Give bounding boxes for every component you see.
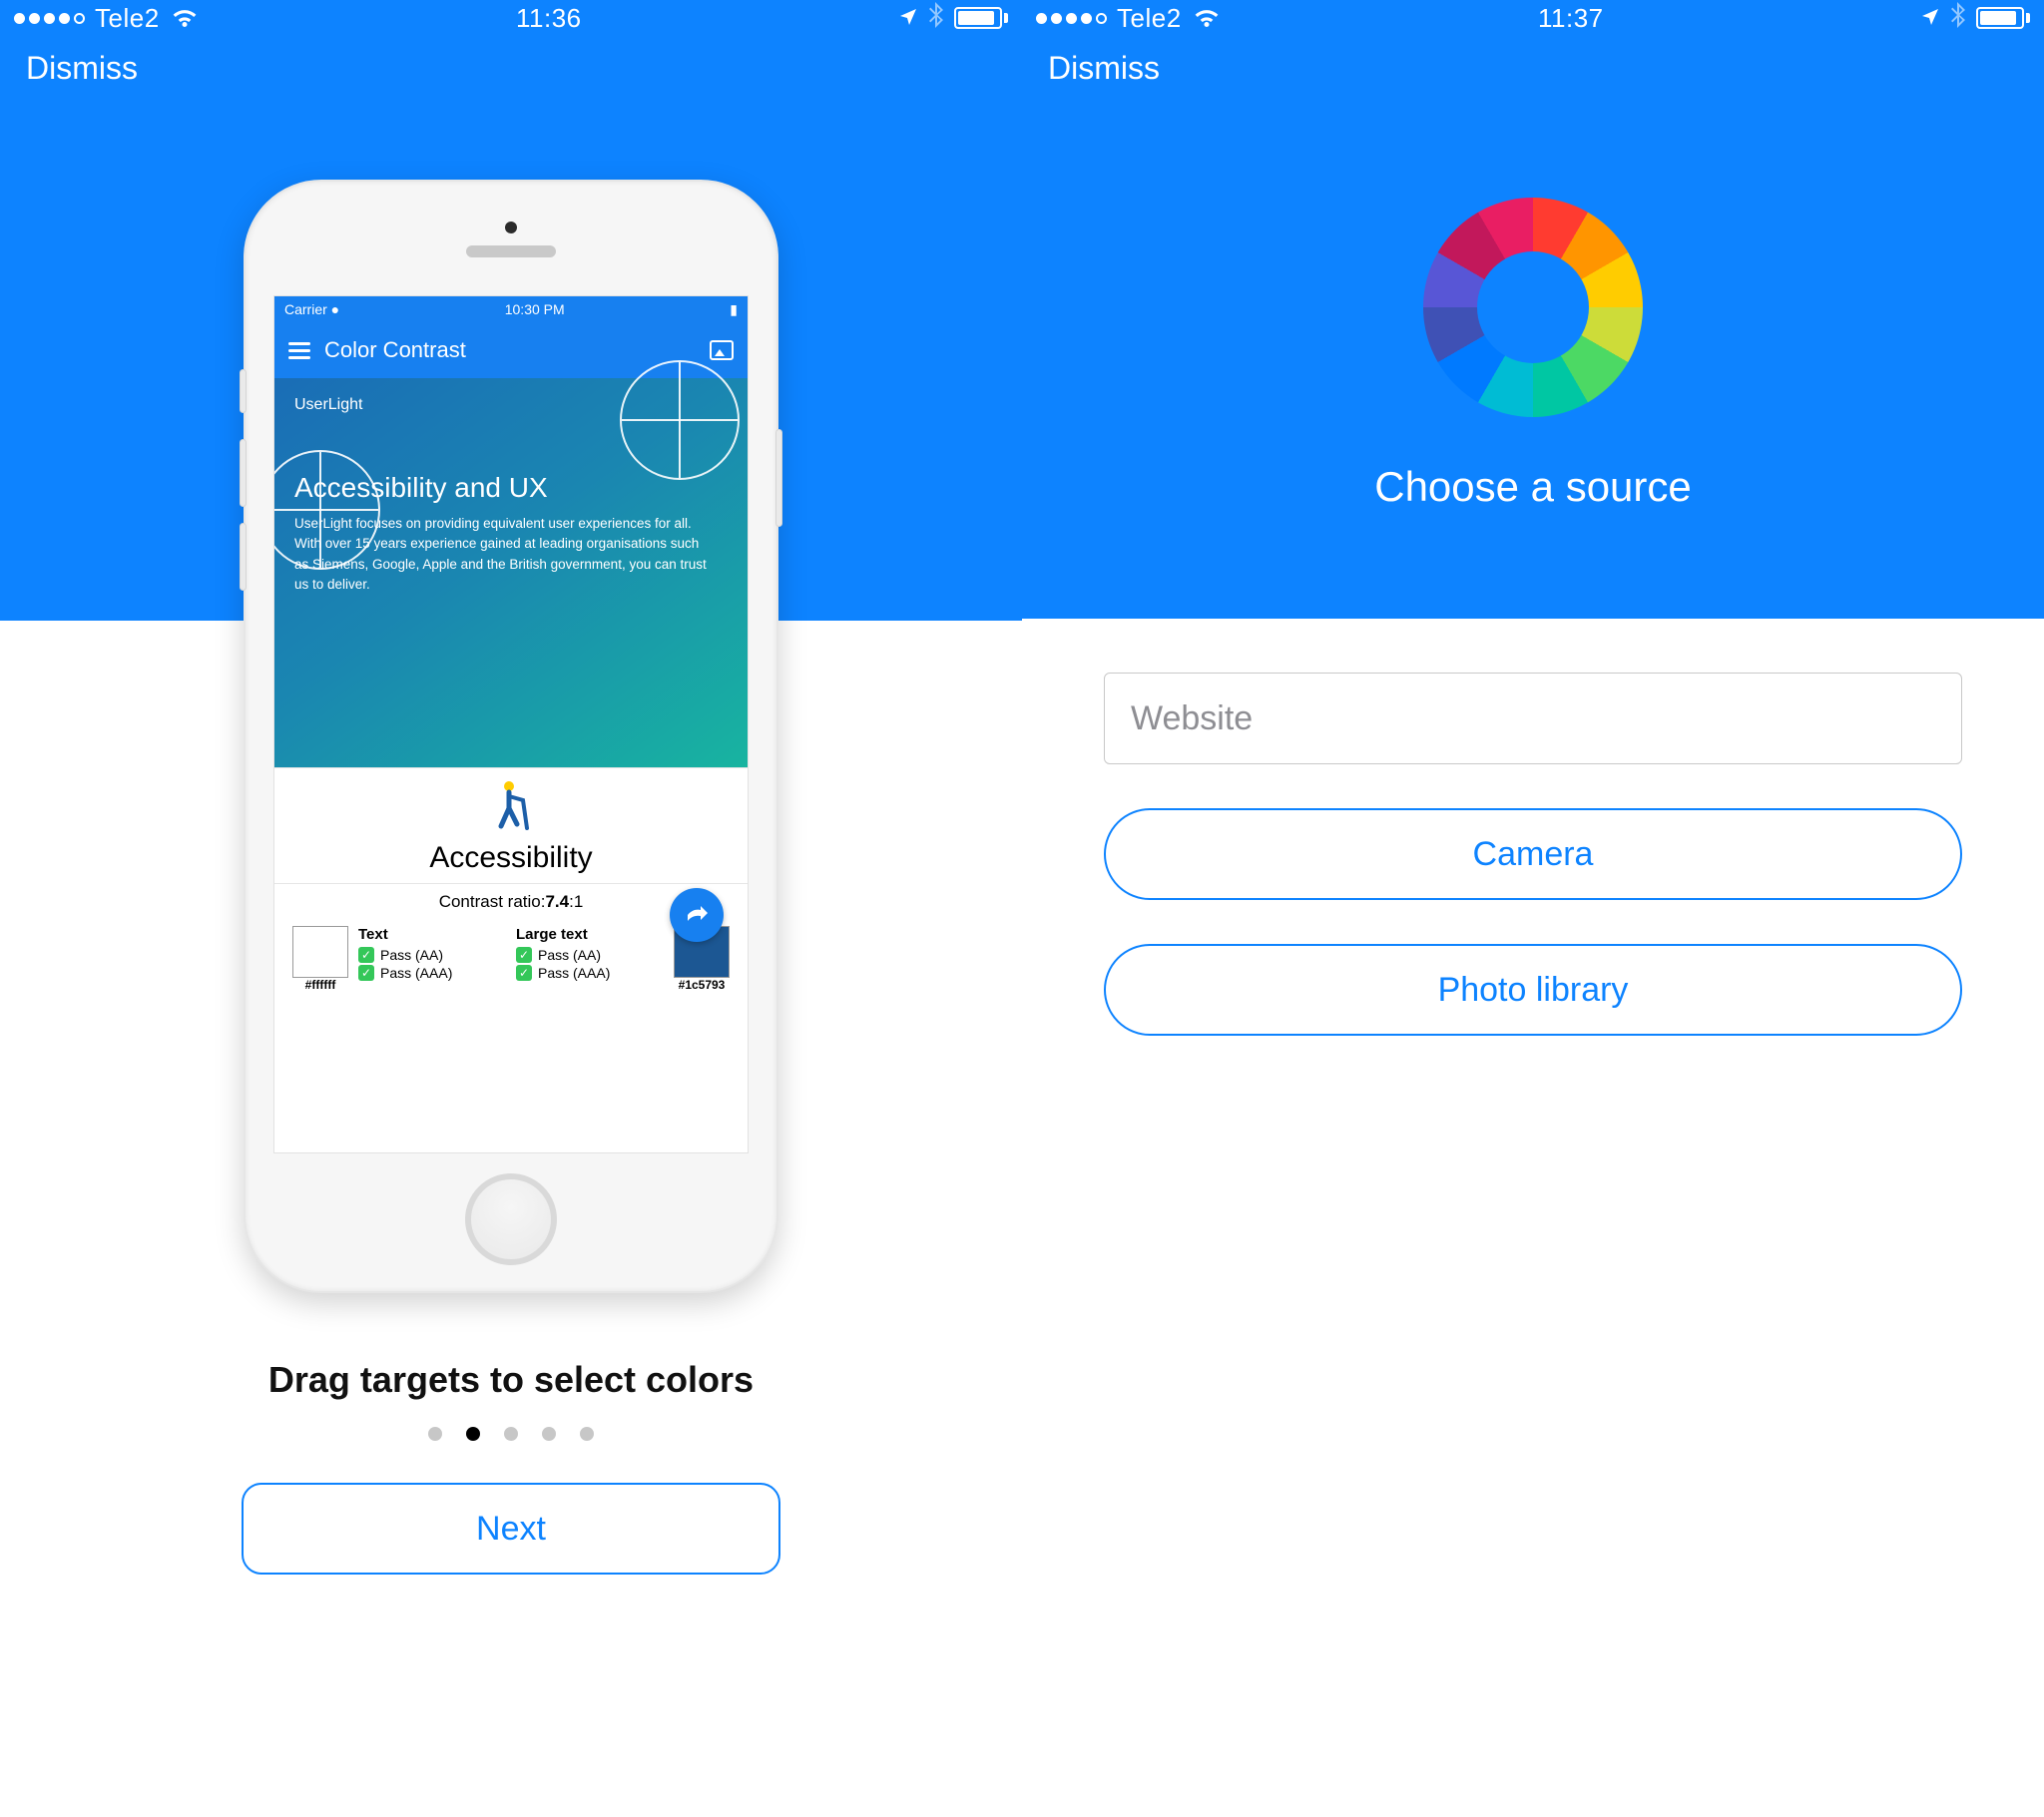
text-aaa: Pass (AAA) (380, 965, 452, 981)
inner-carrier: Carrier (284, 301, 327, 317)
status-bar: Tele2 11:37 (1022, 0, 2044, 36)
foreground-swatch[interactable]: #ffffff (292, 926, 348, 992)
check-icon: ✓ (358, 965, 374, 981)
accessibility-icon (292, 778, 730, 845)
check-icon: ✓ (358, 947, 374, 963)
status-bar: Tele2 11:36 (0, 0, 1022, 36)
dismiss-button[interactable]: Dismiss (1022, 36, 2044, 119)
results-heading: Accessibility (292, 841, 730, 875)
phone-speaker-icon (466, 245, 556, 257)
battery-icon (954, 7, 1008, 29)
check-icon: ✓ (516, 965, 532, 981)
bluetooth-icon (928, 2, 944, 35)
app-screenshot: Carrier ● 10:30 PM ▮ Color Contrast User… (273, 295, 749, 1153)
bluetooth-icon (1950, 2, 1966, 35)
phone-camera-icon (505, 222, 517, 233)
color-target-1[interactable] (620, 360, 740, 480)
signal-dots-icon (14, 13, 85, 24)
text-aa: Pass (AA) (380, 947, 443, 963)
signal-dots-icon (1036, 13, 1107, 24)
header: Tele2 11:37 (1022, 0, 2044, 619)
choose-source-screen: Tele2 11:37 (1022, 0, 2044, 1817)
hamburger-icon[interactable] (288, 342, 310, 359)
ratio-value: 7.4 (545, 892, 569, 911)
large-aa: Pass (AA) (538, 947, 601, 963)
text-col-heading: Text (358, 926, 506, 943)
location-icon (1920, 3, 1940, 34)
website-input[interactable]: Website (1104, 673, 1962, 764)
color-wheel-icon (1423, 198, 1643, 417)
results-panel: Accessibility Contrast ratio:7.4:1 #ffff… (274, 767, 748, 1008)
photo-library-button[interactable]: Photo library (1104, 944, 1962, 1036)
page-indicator[interactable] (0, 1427, 1022, 1441)
sample-content: UserLight Accessibility and UX UserLight… (274, 378, 748, 767)
home-button-icon (465, 1173, 557, 1265)
large-aaa: Pass (AAA) (538, 965, 610, 981)
clock: 11:37 (1538, 3, 1604, 34)
next-button[interactable]: Next (242, 1483, 780, 1575)
dismiss-button[interactable]: Dismiss (0, 36, 1022, 119)
large-text-pass-column: Large text ✓ Pass (AA) ✓ Pass (AAA) (516, 926, 664, 983)
carrier-label: Tele2 (95, 3, 160, 34)
onboarding-caption: Drag targets to select colors (0, 1359, 1022, 1401)
page-title: Choose a source (1374, 463, 1692, 511)
wifi-icon (1192, 7, 1222, 29)
location-icon (898, 3, 918, 34)
website-placeholder: Website (1131, 699, 1253, 738)
inner-status-bar: Carrier ● 10:30 PM ▮ (274, 296, 748, 322)
ratio-suffix: :1 (569, 892, 583, 911)
carrier-label: Tele2 (1117, 3, 1182, 34)
inner-clock: 10:30 PM (505, 301, 565, 317)
ratio-label: Contrast ratio: (439, 892, 546, 911)
phone-mockup: Carrier ● 10:30 PM ▮ Color Contrast User… (244, 180, 778, 1293)
image-picker-icon[interactable] (710, 340, 734, 360)
camera-button[interactable]: Camera (1104, 808, 1962, 900)
share-button[interactable] (670, 888, 724, 942)
text-pass-column: Text ✓ Pass (AA) ✓ Pass (AAA) (358, 926, 506, 983)
onboarding-screen: Tele2 11:36 (0, 0, 1022, 1817)
fg-hex: #ffffff (305, 978, 336, 992)
battery-icon (1976, 7, 2030, 29)
large-col-heading: Large text (516, 926, 664, 943)
source-list: Website Camera Photo library (1022, 619, 2044, 1090)
wifi-icon (170, 7, 200, 29)
check-icon: ✓ (516, 947, 532, 963)
inner-battery-icon: ▮ (730, 301, 738, 318)
clock: 11:36 (516, 3, 582, 34)
bg-hex: #1c5793 (679, 978, 726, 992)
inner-nav-title: Color Contrast (324, 337, 466, 363)
